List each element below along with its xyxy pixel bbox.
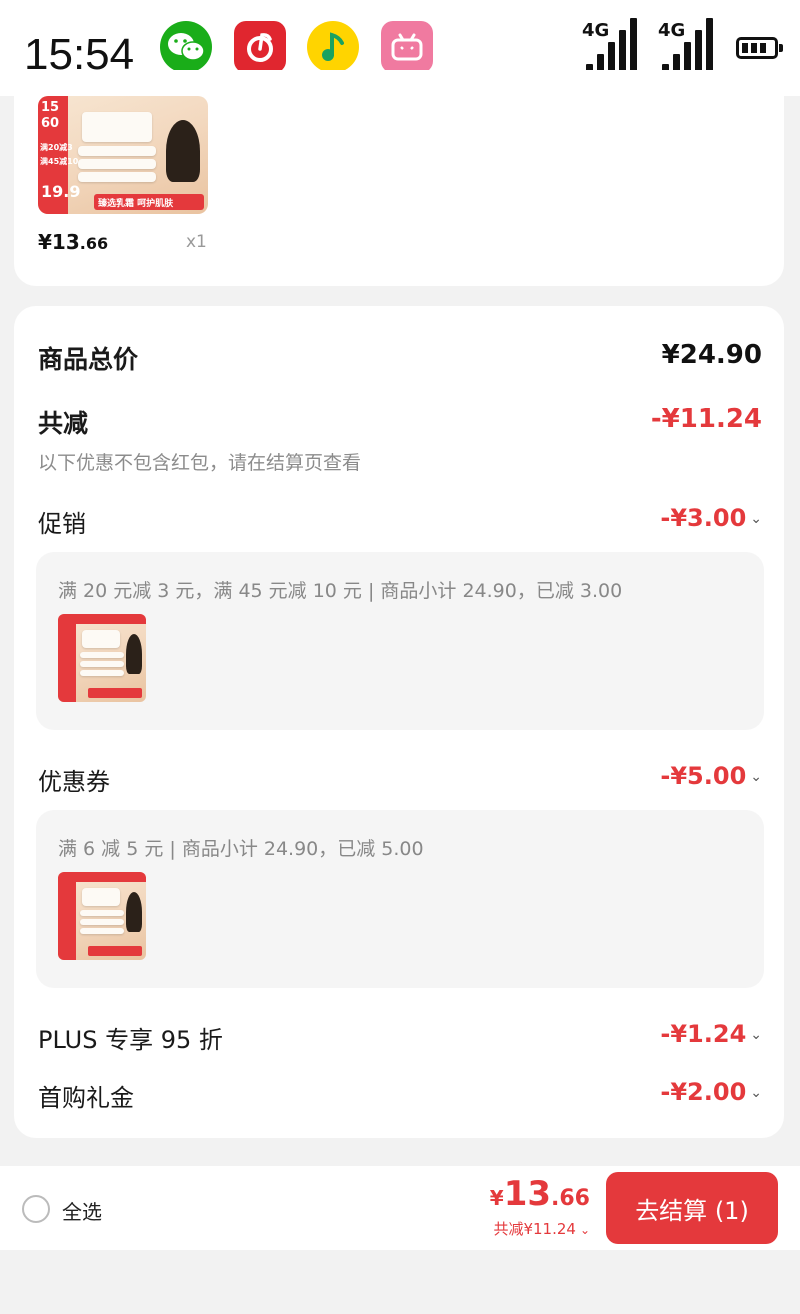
bilibili-icon	[381, 21, 433, 73]
promotion-toggle[interactable]: -¥3.00 ⌄	[660, 504, 762, 532]
select-all-checkbox[interactable]	[22, 1195, 50, 1223]
product-quantity: x1	[186, 232, 207, 252]
plus-discount-label: PLUS 专享 95 折	[38, 1026, 223, 1054]
chevron-down-icon: ⌄	[750, 1085, 762, 1101]
chevron-down-icon: ⌄	[750, 511, 762, 527]
wechat-icon	[160, 21, 212, 73]
total-label: 商品总价	[38, 345, 139, 374]
checkout-button[interactable]: 去结算 (1)	[606, 1172, 778, 1244]
promotion-detail: 满 20 元减 3 元，满 45 元减 10 元 | 商品小计 24.90，已减…	[58, 580, 623, 602]
first-purchase-label: 首购礼金	[38, 1084, 134, 1112]
discount-label: 共减	[38, 409, 89, 438]
plus-discount-toggle[interactable]: -¥1.24 ⌄	[660, 1020, 762, 1048]
discount-summary-card: 商品总价 ¥24.90 共减 -¥11.24 以下优惠不包含红包，请在结算页查看…	[14, 306, 784, 1138]
battery-icon	[736, 37, 783, 59]
total-discount-toggle[interactable]: 共减¥11.24 ⌄	[493, 1218, 590, 1239]
promotion-label: 促销	[38, 510, 86, 538]
signal-icon: 4G	[582, 18, 638, 76]
signal-icon: 4G	[658, 18, 714, 76]
product-price: ¥13.66	[38, 230, 109, 254]
plus-discount-value: -¥1.24	[660, 1020, 747, 1048]
bottom-spacer	[0, 1250, 800, 1314]
total-value: ¥24.90	[661, 340, 762, 370]
chevron-down-icon: ⌄	[750, 769, 762, 785]
product-thumbnail[interactable]	[58, 614, 146, 702]
first-purchase-value: -¥2.00	[660, 1078, 747, 1106]
first-purchase-toggle[interactable]: -¥2.00 ⌄	[660, 1078, 762, 1106]
discount-value: -¥11.24	[650, 404, 762, 434]
coupon-detail-box: 满 6 减 5 元 | 商品小计 24.90，已减 5.00	[36, 810, 764, 988]
netease-music-icon	[234, 21, 286, 73]
product-thumbnail[interactable]	[58, 872, 146, 960]
product-image[interactable]: 15 60 满20减3 满45减10 19.9 臻选乳霜 呵护肌肤	[38, 96, 208, 214]
coupon-toggle[interactable]: -¥5.00 ⌄	[660, 762, 762, 790]
coupon-label: 优惠券	[38, 768, 110, 796]
chevron-down-icon: ⌄	[750, 1027, 762, 1043]
chevron-down-icon: ⌄	[579, 1222, 590, 1237]
total-discount: 共减¥11.24	[493, 1220, 576, 1238]
product-card: 15 60 满20减3 满45减10 19.9 臻选乳霜 呵护肌肤 ¥13.66…	[14, 70, 784, 286]
discount-note: 以下优惠不包含红包，请在结算页查看	[38, 452, 362, 474]
qq-music-icon	[307, 21, 359, 73]
coupon-value: -¥5.00	[660, 762, 747, 790]
coupon-detail: 满 6 减 5 元 | 商品小计 24.90，已减 5.00	[58, 838, 424, 860]
select-all-label[interactable]: 全选	[62, 1196, 102, 1225]
promotion-value: -¥3.00	[660, 504, 747, 532]
checkout-bar: 全选 ¥13.66 共减¥11.24 ⌄ 去结算 (1)	[0, 1166, 800, 1250]
promotion-detail-box: 满 20 元减 3 元，满 45 元减 10 元 | 商品小计 24.90，已减…	[36, 552, 764, 730]
total-price: ¥13.66	[489, 1174, 590, 1214]
